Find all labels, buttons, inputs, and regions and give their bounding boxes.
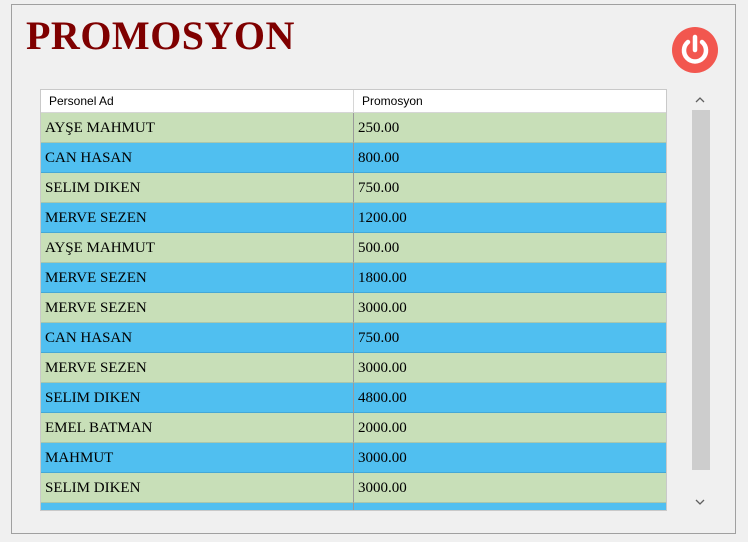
cell-personel-ad[interactable]: CAN HASAN bbox=[41, 143, 354, 173]
table-row[interactable]: SELIM DIKEN 4800.00 bbox=[41, 383, 666, 413]
cell-promosyon[interactable]: 3000.00 bbox=[354, 293, 666, 323]
scroll-up-button[interactable] bbox=[690, 89, 710, 109]
cell-promosyon[interactable]: 750.00 bbox=[354, 323, 666, 353]
cell-promosyon[interactable]: 3000.00 bbox=[354, 473, 666, 503]
scrollbar-thumb[interactable] bbox=[692, 110, 710, 470]
cell-promosyon[interactable]: 500.00 bbox=[354, 233, 666, 263]
table-row[interactable]: MERVE SEZEN 3000.00 bbox=[41, 353, 666, 383]
cell-personel-ad[interactable]: MERVE SEZEN bbox=[41, 353, 354, 383]
table-row[interactable]: MERVE SEZEN 3000.00 bbox=[41, 293, 666, 323]
cell-promosyon[interactable]: 2000.00 bbox=[354, 413, 666, 443]
chevron-down-icon bbox=[695, 492, 705, 510]
cell-personel-ad[interactable]: SELIM DIKEN bbox=[41, 473, 354, 503]
cell-personel-ad[interactable]: MERVE SEZEN bbox=[41, 203, 354, 233]
cell-personel-ad[interactable]: EMEL BATMAN bbox=[41, 413, 354, 443]
table-row[interactable]: SELIM DIKEN 3000.00 bbox=[41, 473, 666, 503]
table-row[interactable]: AYŞE MAHMUT 500.00 bbox=[41, 233, 666, 263]
cell-promosyon[interactable]: 3000.00 bbox=[354, 443, 666, 473]
table-header: Personel Ad Promosyon bbox=[41, 90, 666, 113]
table-row[interactable]: CAN HASAN 750.00 bbox=[41, 323, 666, 353]
cell-personel-ad[interactable]: SELIM DIKEN bbox=[41, 173, 354, 203]
cell-promosyon[interactable]: 800.00 bbox=[354, 143, 666, 173]
cell-personel-ad[interactable]: SELIM DIKEN bbox=[41, 383, 354, 413]
scroll-down-button[interactable] bbox=[690, 491, 710, 511]
table-row[interactable]: AYŞE MAHMUT 250.00 bbox=[41, 113, 666, 143]
table-row[interactable]: MAHMUT 3000.00 bbox=[41, 443, 666, 473]
cell-promosyon[interactable]: 750.00 bbox=[354, 173, 666, 203]
cell-promosyon[interactable]: 4800.00 bbox=[354, 383, 666, 413]
table-row[interactable]: MERVE SEZEN 1800.00 bbox=[41, 263, 666, 293]
table-row[interactable] bbox=[41, 503, 666, 510]
cell-personel-ad[interactable]: CAN HASAN bbox=[41, 323, 354, 353]
cell-promosyon[interactable]: 3000.00 bbox=[354, 353, 666, 383]
cell-promosyon[interactable] bbox=[354, 503, 666, 510]
cell-personel-ad[interactable] bbox=[41, 503, 354, 510]
cell-personel-ad[interactable]: MERVE SEZEN bbox=[41, 293, 354, 323]
cell-promosyon[interactable]: 1200.00 bbox=[354, 203, 666, 233]
cell-personel-ad[interactable]: MAHMUT bbox=[41, 443, 354, 473]
promotion-table[interactable]: Personel Ad Promosyon AYŞE MAHMUT 250.00 C… bbox=[40, 89, 667, 511]
power-button[interactable] bbox=[672, 27, 718, 73]
column-header-promosyon[interactable]: Promosyon bbox=[354, 90, 666, 112]
column-header-personel-ad[interactable]: Personel Ad bbox=[41, 90, 354, 112]
cell-personel-ad[interactable]: AYŞE MAHMUT bbox=[41, 233, 354, 263]
chevron-up-icon bbox=[695, 90, 705, 108]
table-row[interactable]: EMEL BATMAN 2000.00 bbox=[41, 413, 666, 443]
cell-personel-ad[interactable]: MERVE SEZEN bbox=[41, 263, 354, 293]
cell-promosyon[interactable]: 250.00 bbox=[354, 113, 666, 143]
table-row[interactable]: CAN HASAN 800.00 bbox=[41, 143, 666, 173]
vertical-scrollbar[interactable] bbox=[690, 89, 710, 511]
page-title: PROMOSYON bbox=[26, 13, 295, 58]
cell-personel-ad[interactable]: AYŞE MAHMUT bbox=[41, 113, 354, 143]
table-row[interactable]: MERVE SEZEN 1200.00 bbox=[41, 203, 666, 233]
table-row[interactable]: SELIM DIKEN 750.00 bbox=[41, 173, 666, 203]
cell-promosyon[interactable]: 1800.00 bbox=[354, 263, 666, 293]
